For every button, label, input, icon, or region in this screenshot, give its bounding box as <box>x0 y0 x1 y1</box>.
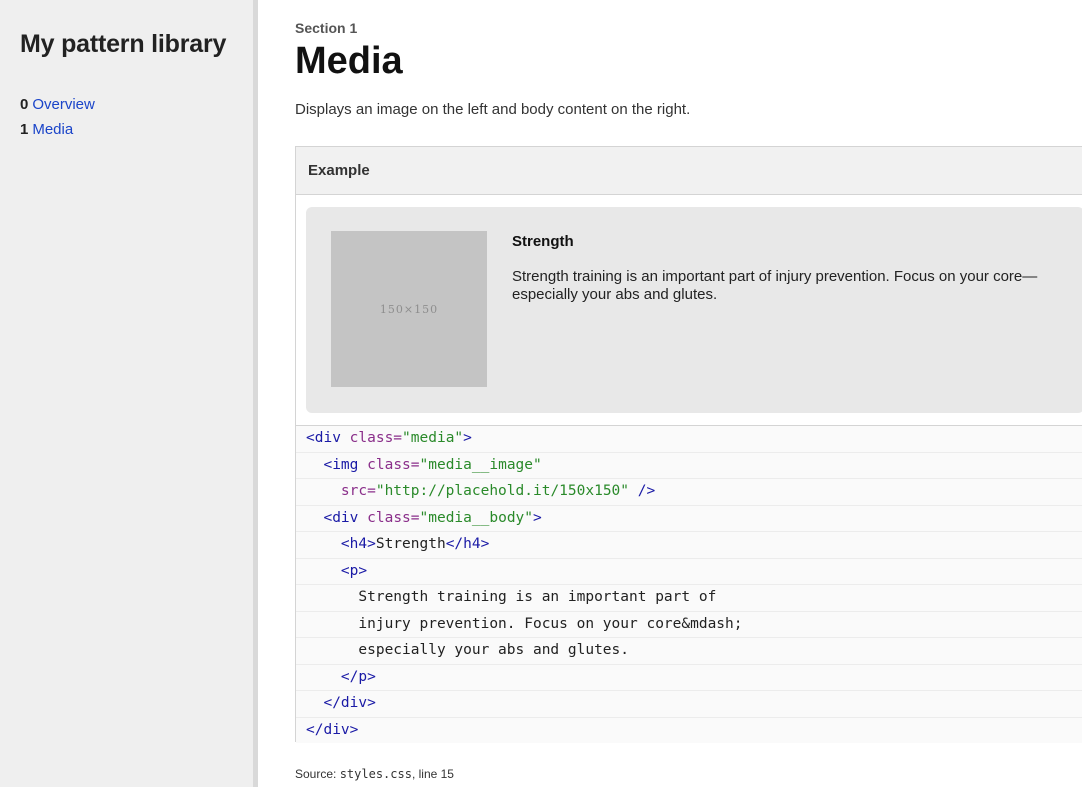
source-file: styles.css <box>339 767 412 781</box>
code-line: <img class="media__image" <box>296 453 1082 479</box>
sidebar-link-overview[interactable]: Overview <box>32 96 95 113</box>
code-token: </p> <box>340 668 376 685</box>
code-token: <div <box>323 509 368 526</box>
sidebar-item-overview[interactable]: 0 Overview <box>20 92 95 117</box>
media-body: Strength Strength training is an importa… <box>512 233 1064 304</box>
code-token: <div <box>306 430 350 446</box>
code-token: injury prevention. Focus on your core&md… <box>306 615 743 632</box>
source-prefix: Source: <box>295 767 340 781</box>
code-token: <h4> <box>340 536 376 552</box>
sidebar-link-media[interactable]: Media <box>32 121 73 138</box>
source-reference: Source: styles.css, line 15 <box>295 767 454 781</box>
code-token: </h4> <box>445 536 490 552</box>
page-title: Media <box>295 40 403 82</box>
code-token: src= <box>340 483 376 499</box>
code-token: "http://placehold.it/150x150" <box>375 483 630 499</box>
placeholder-image: 150×150 <box>331 231 487 387</box>
section-label: Section 1 <box>295 20 358 36</box>
example-header: Example <box>296 147 1082 195</box>
code-token: </div> <box>306 721 359 738</box>
code-token: <p> <box>340 562 368 579</box>
code-token: Strength training is an important part o… <box>306 589 717 605</box>
code-token: "media__image" <box>419 456 542 473</box>
sidebar-item-number: 1 <box>20 121 29 138</box>
code-line: <div class="media"> <box>296 426 1082 453</box>
code-token: > <box>463 430 472 446</box>
main-content: Section 1 Media Displays an image on the… <box>295 0 1082 787</box>
code-token: "media__body" <box>419 509 534 526</box>
code-token: /> <box>629 483 656 499</box>
code-line: injury prevention. Focus on your core&md… <box>296 612 1082 638</box>
code-line: </div> <box>296 718 1082 744</box>
example-panel: Example 150×150 Strength Strength traini… <box>295 146 1082 743</box>
sidebar-item-number: 0 <box>20 96 29 113</box>
media-heading: Strength <box>512 233 574 250</box>
code-token: > <box>533 509 542 526</box>
code-line: <div class="media__body"> <box>296 506 1082 532</box>
code-line: src="http://placehold.it/150x150" /> <box>296 479 1082 506</box>
code-token: class= <box>349 430 403 446</box>
media-text: Strength training is an important part o… <box>512 268 1038 303</box>
code-line: <h4>Strength</h4> <box>296 532 1082 559</box>
media-component: 150×150 Strength Strength training is an… <box>306 207 1082 413</box>
code-block[interactable]: <div class="media"> <img class="media__i… <box>296 425 1082 743</box>
image-size-label: 150×150 <box>379 302 439 316</box>
source-suffix: , line 15 <box>411 767 454 781</box>
code-token: class= <box>367 456 420 473</box>
code-token: especially your abs and glutes. <box>306 642 630 658</box>
code-line: Strength training is an important part o… <box>296 585 1082 612</box>
code-token: "media" <box>402 430 464 446</box>
code-token: <img <box>323 456 368 473</box>
code-line: </p> <box>296 665 1082 691</box>
example-demo: 150×150 Strength Strength training is an… <box>296 195 1082 425</box>
code-line: <p> <box>296 559 1082 585</box>
code-token: class= <box>367 509 420 526</box>
sidebar-nav: 0 Overview 1 Media <box>20 92 95 142</box>
code-line: </div> <box>296 691 1082 718</box>
library-title: My pattern library <box>20 30 227 58</box>
code-token: Strength <box>375 536 446 552</box>
code-line: especially your abs and glutes. <box>296 638 1082 665</box>
code-token: </div> <box>323 695 376 711</box>
section-description: Displays an image on the left and body c… <box>295 101 691 118</box>
sidebar-item-media[interactable]: 1 Media <box>20 117 95 142</box>
sidebar: My pattern library 0 Overview 1 Media <box>0 0 258 787</box>
